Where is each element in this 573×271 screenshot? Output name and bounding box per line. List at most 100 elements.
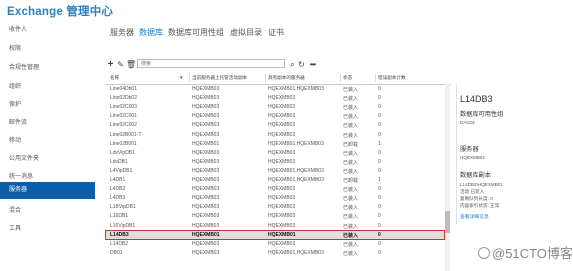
search-icon[interactable]: ⌕ xyxy=(288,60,297,69)
table-cell: 已装入 xyxy=(343,150,359,157)
table-row[interactable]: L16VipDB1 HQEXMB03 HQEXMB03 已装入 0 xyxy=(106,222,444,231)
table-cell: L1BVipDB1 xyxy=(110,204,136,211)
tab-dag[interactable]: 数据库可用性组 xyxy=(168,27,224,38)
copy-line: L14DB3\HQEXMB01 xyxy=(460,182,503,187)
table-row[interactable]: Line02Db02 HQEXMB03 HQEXMB03 已装入 0 xyxy=(106,94,444,103)
table-header: 名称 ▾ 当前服务器上托管活动副本 具有副本的服务器 状态 错误副本计数 xyxy=(106,73,451,85)
column-separator xyxy=(265,74,266,82)
table-cell: HQEXMB03 xyxy=(192,222,220,229)
table-cell: 0 xyxy=(378,149,381,156)
table-cell: 0 xyxy=(378,158,381,165)
table-cell: 1 xyxy=(378,177,381,183)
tab-virtual-directories[interactable]: 虚拟目录 xyxy=(230,27,262,38)
sidebar-item-permissions[interactable]: 权限 xyxy=(0,41,95,58)
table-cell: 已装入 xyxy=(343,114,359,121)
sidebar: 收件人 权限 合规性管理 组织 保护 邮件流 移动 公用文件夹 统一消息 服务器… xyxy=(0,22,95,271)
table-row[interactable]: Line04Db01 HQEXMB03 HQEXMB01,HQEXMB03 已装入 0 xyxy=(106,85,444,94)
table-cell: HQEXMB03 xyxy=(268,186,296,193)
sidebar-item-mobile[interactable]: 移动 xyxy=(0,133,95,150)
table-row[interactable]: L4DB1 HQEXMB03 HQEXMB01,HQEXMB03 已卸载 1 xyxy=(106,176,444,185)
table-cell: HQEXMB03 xyxy=(192,113,220,120)
table-row[interactable]: L16DB1 HQEXMB03 HQEXMB03 已装入 0 xyxy=(106,212,444,221)
tab-databases[interactable]: 数据库 xyxy=(139,27,163,38)
column-header-servers-with-copies[interactable]: 具有副本的服务器 xyxy=(268,75,305,81)
table-cell: 已装入 xyxy=(343,223,359,230)
column-header-name[interactable]: 名称 xyxy=(110,75,119,81)
table-cell: L16DB1 xyxy=(110,213,129,220)
watermark: @51CTO博客 xyxy=(478,243,573,262)
table-cell: HQEXMB01,HQEXMB03 xyxy=(268,249,324,256)
table-row[interactable]: Line02B001-T HQEXMB03 HQEXMB03 已装入 0 xyxy=(106,131,444,140)
delete-icon[interactable]: 🗑 xyxy=(126,60,136,69)
table-cell: HQEXMB03 xyxy=(268,222,296,229)
table-cell: HQEXMB01,HQEXMB03 xyxy=(268,86,324,92)
table-row[interactable]: L14DB2 HQEXMB03 HQEXMB03 已装入 0 xyxy=(106,240,444,249)
table-row[interactable]: DB01 HQEXMB03 HQEXMB01,HQEXMB03 已装入 0 xyxy=(106,249,444,258)
table-cell: HQEXMB03 xyxy=(192,167,220,174)
table-row[interactable]: L1BVipDB1 HQEXMB03 HQEXMB03 已装入 0 xyxy=(106,203,444,212)
table-cell: LdvVipDB1 xyxy=(110,149,135,156)
column-header-bad-copy-count[interactable]: 错误副本计数 xyxy=(378,75,406,81)
view-details-link[interactable]: 查看详细信息 xyxy=(460,213,489,220)
table-cell: HQEXMB03 xyxy=(268,113,296,120)
table-cell: 已卸载 xyxy=(343,141,359,148)
sidebar-item-compliance[interactable]: 合规性管理 xyxy=(0,60,95,77)
table-row[interactable]: Line02C001 HQEXMB03 HQEXMB03 已装入 0 xyxy=(106,112,444,121)
column-header-active-server[interactable]: 当前服务器上托管活动副本 xyxy=(192,75,247,81)
table-row[interactable]: LdvVipDB1 HQEXMB03 HQEXMB03 已装入 0 xyxy=(106,149,444,158)
sidebar-item-mailflow[interactable]: 邮件流 xyxy=(0,115,95,132)
table-row[interactable]: Line02C003 HQEXMB03 HQEXMB03 已装入 0 xyxy=(106,103,444,112)
table-row[interactable]: L4DB3 HQEXMB03 HQEXMB03 已装入 0 xyxy=(106,194,444,203)
edit-icon[interactable]: ✎ xyxy=(116,60,125,69)
table-row[interactable]: LdvDB1 HQEXMB03 HQEXMB03 已装入 0 xyxy=(106,158,444,167)
table-cell: 已装入 xyxy=(343,232,359,239)
table-cell: HQEXMB01,HQEXMB03 xyxy=(268,140,324,147)
table-row[interactable]: Line02C002 HQEXMB03 HQEXMB03 已装入 0 xyxy=(106,121,444,130)
table-cell: 已卸载 xyxy=(343,178,359,184)
table-cell: 已装入 xyxy=(343,96,359,103)
table-cell: L4DB2 xyxy=(110,186,126,193)
search-input[interactable] xyxy=(137,59,285,68)
table-cell: Line02C003 xyxy=(110,104,137,111)
table-cell: 0 xyxy=(378,86,381,92)
column-header-status[interactable]: 状态 xyxy=(343,75,352,81)
tab-certificates[interactable]: 证书 xyxy=(268,27,284,38)
sidebar-item-servers[interactable]: 服务器 xyxy=(0,182,95,199)
sidebar-item-hybrid[interactable]: 混合 xyxy=(0,203,95,220)
table-cell: L16VipDB1 xyxy=(110,222,136,229)
sidebar-item-organization[interactable]: 组织 xyxy=(0,79,95,96)
table-cell: HQEXMB03 xyxy=(192,149,220,156)
sort-icon[interactable]: ▾ xyxy=(180,75,183,81)
table-cell: 0 xyxy=(378,186,381,193)
table-cell: HQEXMB01,HQEXMB03 xyxy=(268,177,324,183)
scrollbar[interactable] xyxy=(445,84,450,271)
table-cell: HQEXMB01,HQEXMB03 xyxy=(268,167,324,174)
table-cell: HQEXMB03 xyxy=(268,149,296,156)
copy-line: 内容索引状态: 正常 xyxy=(460,203,500,208)
scrollbar-thumb[interactable] xyxy=(445,211,450,233)
sidebar-item-protection[interactable]: 保护 xyxy=(0,97,95,114)
header: Exchange 管理中心 xyxy=(0,0,573,22)
table-row[interactable]: Line02B001 HQEXMB01 HQEXMB01,HQEXMB03 已卸载 1 xyxy=(106,140,444,149)
sidebar-item-publicfolders[interactable]: 公用文件夹 xyxy=(0,151,95,168)
copy-line: 复制队列长度: 0 xyxy=(460,196,493,201)
table-cell: 0 xyxy=(378,95,381,102)
table-cell: HQEXMB01 xyxy=(192,231,220,238)
table-cell: HQEXMB03 xyxy=(192,195,220,202)
plus-icon[interactable]: + xyxy=(106,60,115,70)
table-cell: HQEXMB03 xyxy=(192,86,220,92)
sidebar-item-recipients[interactable]: 收件人 xyxy=(0,22,95,39)
table-cell: Line02B001 xyxy=(110,140,137,147)
tab-servers[interactable]: 服务器 xyxy=(110,27,134,38)
sidebar-item-tools[interactable]: 工具 xyxy=(0,221,95,238)
refresh-icon[interactable]: ↻ xyxy=(297,60,306,69)
table-row[interactable]: L4VipDB1 HQEXMB03 HQEXMB01,HQEXMB03 已装入 0 xyxy=(106,167,444,176)
more-icon[interactable]: ••• xyxy=(308,60,317,69)
table-cell: HQEXMB03 xyxy=(192,104,220,111)
table-row[interactable]: L4DB2 HQEXMB03 HQEXMB03 已装入 0 xyxy=(106,185,444,194)
table-cell: HQEXMB03 xyxy=(268,122,296,129)
table-cell: HQEXMB03 xyxy=(268,213,296,220)
table-cell: 0 xyxy=(378,204,381,211)
table-row[interactable]: L14DB3 HQEXMB01 HQEXMB01 已装入 0 xyxy=(105,229,445,241)
table-cell: LdvDB1 xyxy=(110,158,128,165)
